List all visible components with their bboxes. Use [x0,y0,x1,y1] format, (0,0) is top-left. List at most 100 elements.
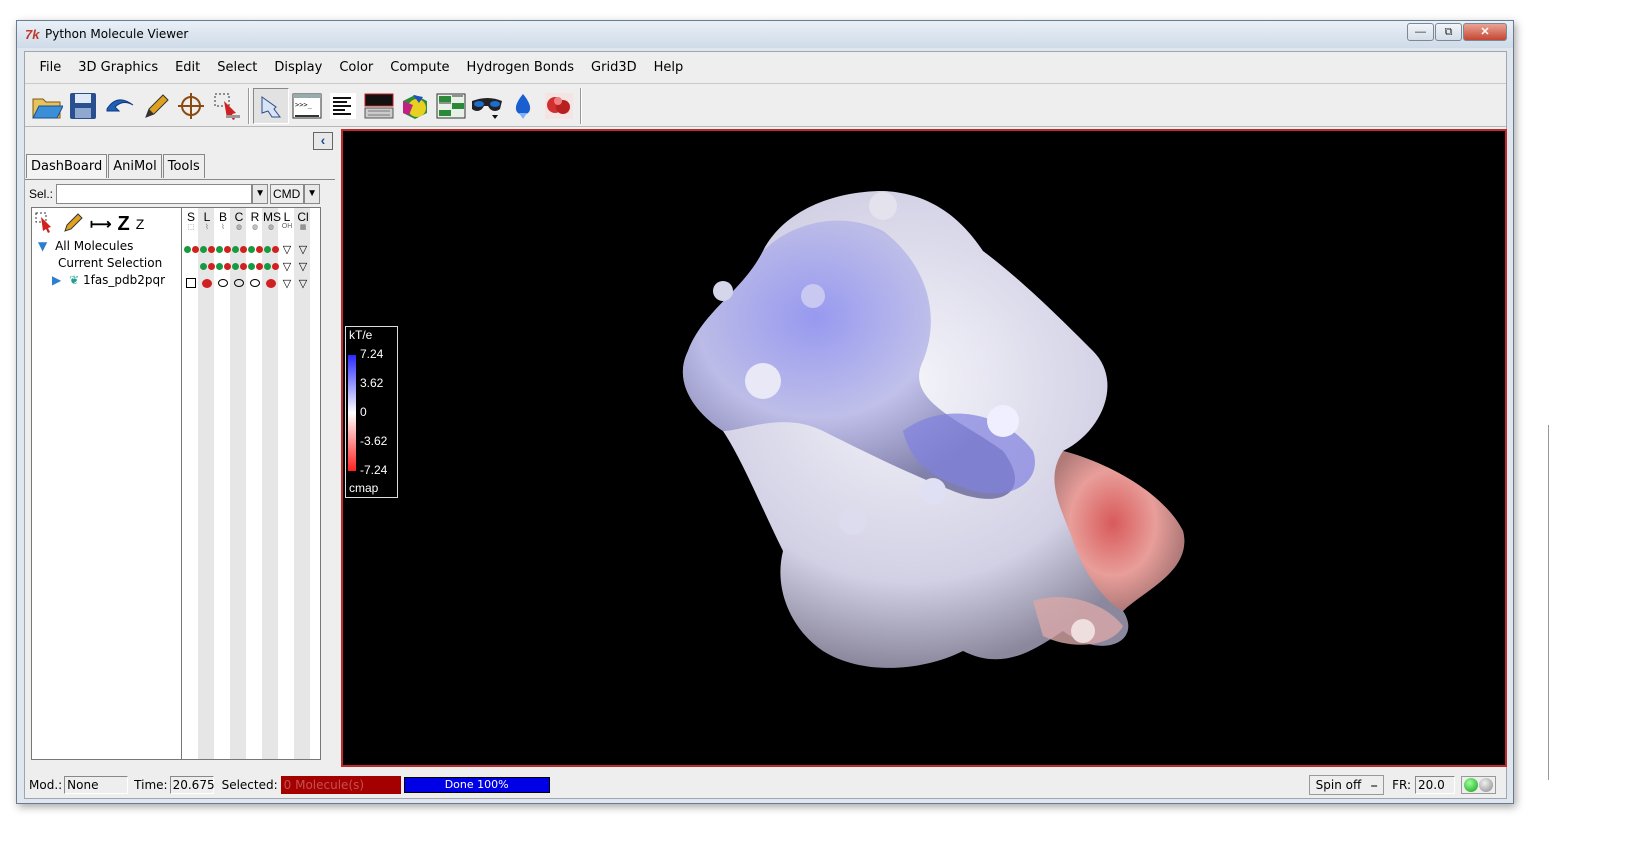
hydrogen-bond-icon[interactable] [505,88,541,124]
menu-display[interactable]: Display [266,60,331,75]
column-stripe [294,208,310,759]
text-lines-icon[interactable] [325,88,361,124]
triangle-down-outline-icon[interactable]: ▽ [295,276,311,290]
crosshair-icon[interactable] [173,88,209,124]
distance-icon[interactable]: ⟼ [90,215,112,233]
col-head-l[interactable]: L [199,210,215,224]
menu-grid3d[interactable]: Grid3D [583,60,646,75]
surface-map-icon[interactable] [541,88,577,124]
spin-toggle[interactable]: Spin off ⎯ [1308,775,1385,795]
stereo-glasses-icon[interactable] [469,88,505,124]
tab-tools[interactable]: Tools [162,154,205,178]
collapse-panel-icon[interactable]: ‹ [313,132,333,150]
triangle-down-outline-icon[interactable]: ▽ [279,242,295,256]
undo-icon[interactable] [101,88,137,124]
close-button[interactable]: ✕ [1463,23,1507,41]
menu-edit[interactable]: Edit [167,60,209,75]
cmd-select[interactable]: CMD [270,184,305,204]
toolbar-separator [580,87,582,124]
time-value: 20.675 [169,776,215,794]
minimize-button[interactable]: — [1407,23,1434,41]
col-head-cl[interactable]: Cl [295,210,311,224]
selected-label: Selected: [221,778,278,792]
grid-panel-icon[interactable] [433,88,469,124]
tree-item-1fas[interactable]: ▶ ❦ 1fas_pdb2pqr [52,273,165,287]
menu-help[interactable]: Help [645,60,692,75]
toggle-dot[interactable] [247,242,263,256]
toggle-dot[interactable] [215,242,231,256]
grey-led-icon [1479,778,1493,792]
triangle-down-icon[interactable]: ▼ [38,239,47,253]
spin-label: Spin off [1315,778,1362,792]
save-icon[interactable] [65,88,101,124]
chevron-down-icon[interactable]: ▼ [252,184,269,204]
selection-input[interactable] [56,184,253,204]
select-tool-icon[interactable] [34,211,56,237]
restore-button[interactable]: ⧉ [1435,23,1462,41]
tree-item-current-selection[interactable]: Current Selection [58,256,162,270]
green-led-icon [1464,778,1478,792]
tab-dashboard[interactable]: DashBoard [26,154,108,178]
toggle-dot[interactable] [231,242,247,256]
legend-gradient-bar [348,355,356,471]
col-head-ms[interactable]: MS [263,210,281,224]
col-head-s[interactable]: S [183,210,199,224]
fr-value[interactable]: 20.0 [1415,776,1455,794]
menu-select[interactable]: Select [209,60,266,75]
column-stripe [230,208,246,759]
triangle-down-outline-icon[interactable]: ▽ [295,259,311,273]
col-sub-r: ◍ [251,224,259,231]
toggle-circle[interactable] [247,276,263,290]
pick-hand-icon[interactable] [253,87,289,124]
svg-text:>>>_: >>>_ [295,101,313,109]
zoom-z-icon[interactable]: Z [118,213,130,236]
pencil-icon[interactable] [62,211,84,237]
status-leds [1461,776,1496,794]
toggle-circle[interactable] [231,276,247,290]
3d-shapes-icon[interactable] [397,88,433,124]
tk-app-icon: 7k [25,27,40,42]
z-icon[interactable]: Z [136,216,145,232]
toggle-dot[interactable] [199,276,215,290]
toggle-dot[interactable] [263,259,279,273]
tree-tools: ⟼ Z Z [34,211,144,237]
message-log-icon[interactable] [361,88,397,124]
toggle-dot[interactable] [263,242,279,256]
toggle-dot[interactable] [199,259,215,273]
dashboard: Sel.: ▼ CMD ▼ ⟼ Z Z ▼ All Molecules Curr… [25,179,335,767]
menu-hydrogen-bonds[interactable]: Hydrogen Bonds [458,60,583,75]
col-head-c[interactable]: C [231,210,247,224]
tree-item-all-molecules[interactable]: ▼ All Molecules [38,239,133,253]
col-head-b[interactable]: B [215,210,231,224]
col-head-label[interactable]: L [279,210,295,224]
client-area: File 3D Graphics Edit Select Display Col… [24,51,1507,799]
menu-color[interactable]: Color [331,60,382,75]
toggle-circle[interactable] [215,276,231,290]
tab-animol[interactable]: AniMol [108,154,162,178]
col-sub-l: ⌇ [205,224,209,231]
toolbar-separator [248,87,250,124]
menu-3d-graphics[interactable]: 3D Graphics [70,60,167,75]
toggle-dot[interactable] [263,276,279,290]
menu-compute[interactable]: Compute [382,60,458,75]
chevron-down-icon[interactable]: ▼ [304,184,321,204]
open-folder-icon[interactable] [29,88,65,124]
triangle-down-outline-icon[interactable]: ▽ [295,242,311,256]
checkbox[interactable] [183,276,199,290]
col-head-r[interactable]: R [247,210,263,224]
menu-file[interactable]: File [31,60,70,75]
toggle-dot[interactable] [231,259,247,273]
mod-value: None [64,776,129,794]
molecule-icon: ❦ [69,273,80,287]
toggle-dot[interactable] [183,242,199,256]
toggle-dot[interactable] [247,259,263,273]
python-shell-icon[interactable]: >>>_ [289,88,325,124]
triangle-down-outline-icon[interactable]: ▽ [279,259,295,273]
toggle-dot[interactable] [199,242,215,256]
triangle-right-icon[interactable]: ▶ [52,273,61,287]
triangle-down-outline-icon[interactable]: ▽ [279,276,295,290]
select-icon[interactable] [209,88,245,124]
pencil-icon[interactable] [137,88,173,124]
3d-viewer-canvas[interactable]: kT/e 7.24 3.62 0 -3.62 -7.24 cmap [341,129,1507,767]
toggle-dot[interactable] [215,259,231,273]
